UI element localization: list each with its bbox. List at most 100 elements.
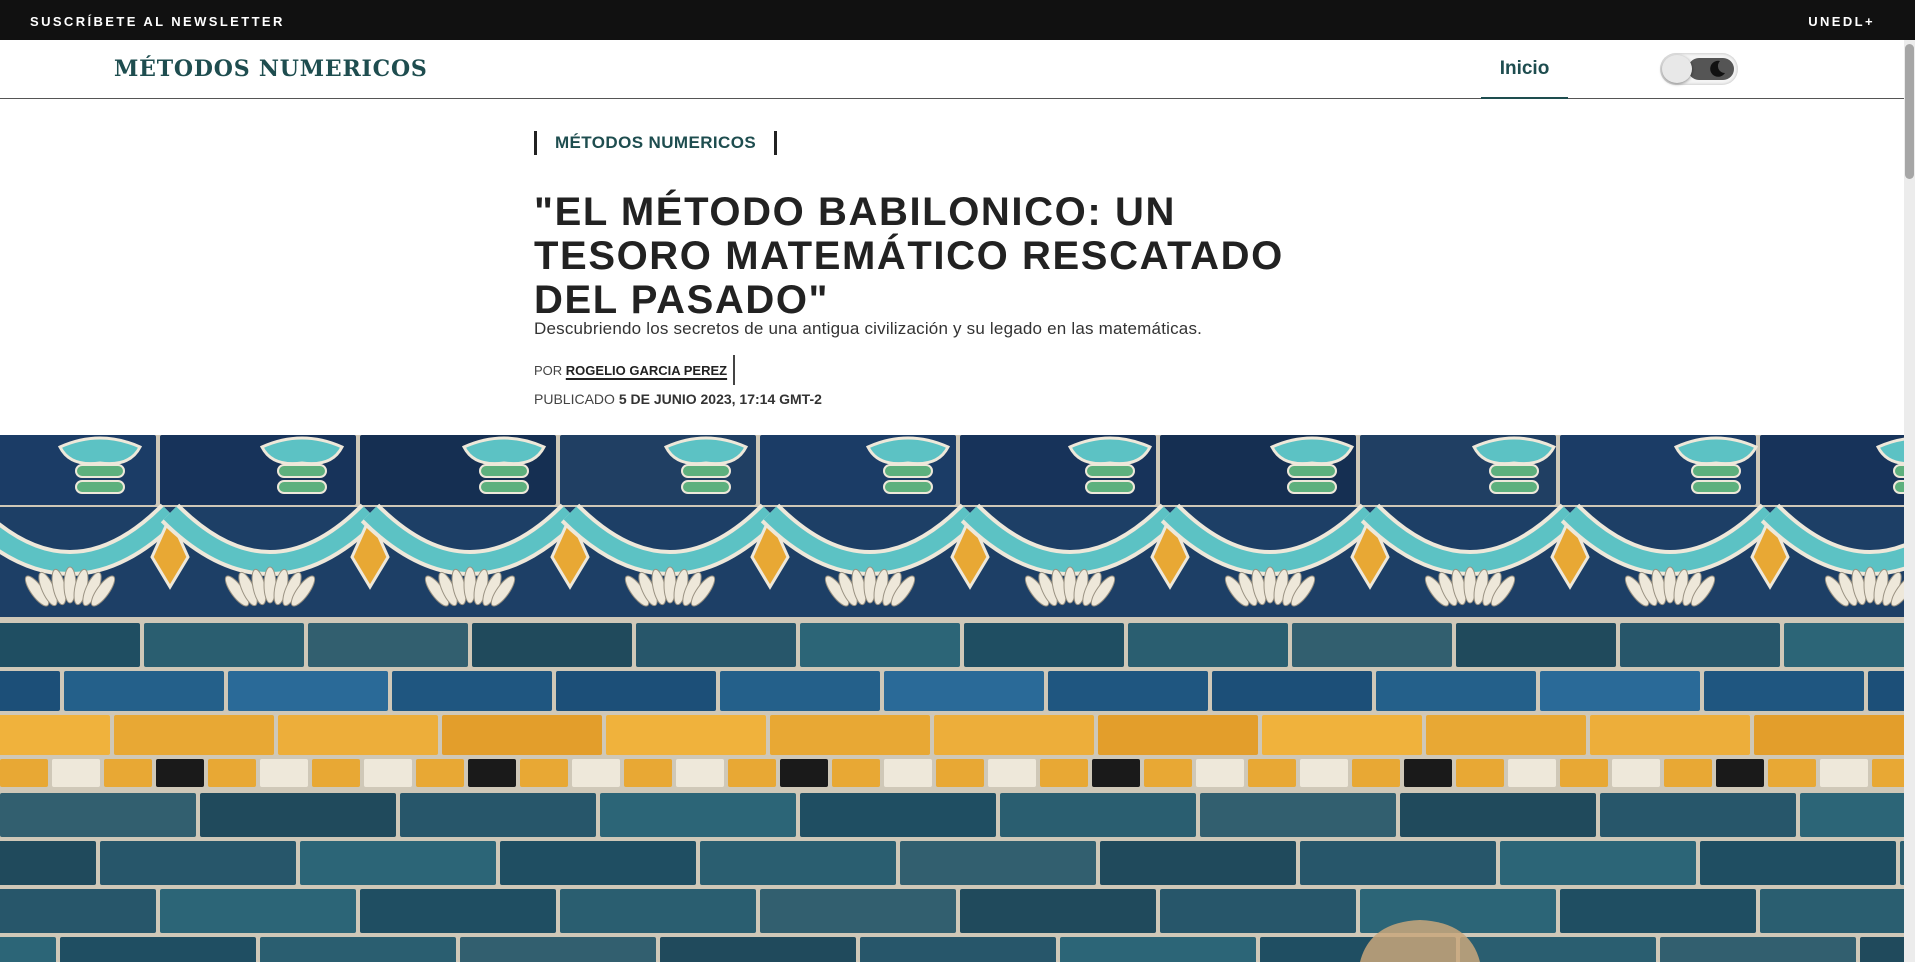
glazed-brick-wall-image (0, 435, 1904, 962)
brick (1262, 715, 1422, 755)
brick (60, 937, 256, 962)
brick (1128, 623, 1288, 667)
brick (100, 841, 296, 885)
brick (144, 623, 304, 667)
unedl-plus-link[interactable]: UNEDL+ (1808, 14, 1875, 29)
byline: POR ROGELIO GARCIA PEREZ (534, 355, 736, 385)
lily-ornament (1893, 480, 1904, 494)
published-info: PUBLICADO 5 DE JUNIO 2023, 17:14 GMT-2 (534, 391, 822, 407)
brick (1100, 841, 1296, 885)
checker-tile (312, 759, 360, 787)
lily-ornament (883, 480, 933, 494)
lily-ornament (461, 436, 547, 466)
brick (800, 623, 960, 667)
checker-tile (936, 759, 984, 787)
brick (0, 715, 110, 755)
checker-tile (1664, 759, 1712, 787)
lily-ornament (1691, 480, 1741, 494)
published-prefix: PUBLICADO (534, 391, 615, 407)
brick (0, 623, 140, 667)
checker-tile (728, 759, 776, 787)
lily-ornament (1489, 480, 1539, 494)
lily-ornament (681, 480, 731, 494)
brick (606, 715, 766, 755)
brick (1060, 937, 1256, 962)
checker-tile (52, 759, 100, 787)
checker-tile (1560, 759, 1608, 787)
brick (1560, 889, 1756, 933)
brick (960, 889, 1156, 933)
lily-ornament (259, 436, 345, 466)
checker-tile (364, 759, 412, 787)
brick (0, 671, 60, 711)
brick (1784, 623, 1904, 667)
brick (1620, 623, 1780, 667)
lily-ornament (1471, 436, 1557, 466)
checker-tile (1300, 759, 1348, 787)
moon-icon (1710, 60, 1725, 77)
lily-ornament (75, 480, 125, 494)
checker-tile (1092, 759, 1140, 787)
lily-ornament (277, 464, 327, 478)
brick (636, 623, 796, 667)
lily-ornament (1287, 480, 1337, 494)
checker-tile (1040, 759, 1088, 787)
brick (1900, 841, 1904, 885)
brick (700, 841, 896, 885)
lily-ornament (1287, 464, 1337, 478)
brick (0, 793, 196, 837)
nav-item-inicio[interactable]: Inicio (1481, 40, 1568, 99)
published-date: 5 DE JUNIO 2023, 17:14 GMT-2 (618, 391, 822, 407)
page-scrollbar[interactable] (1904, 40, 1915, 962)
checker-tile (624, 759, 672, 787)
checker-tile (1196, 759, 1244, 787)
lily-ornament (1067, 436, 1153, 466)
brick (1600, 793, 1796, 837)
checker-tile (208, 759, 256, 787)
checker-tile (104, 759, 152, 787)
lily-ornament (663, 436, 749, 466)
checker-tile (988, 759, 1036, 787)
hero-image (0, 435, 1904, 962)
brick (1500, 841, 1696, 885)
brick (360, 889, 556, 933)
lily-ornament (57, 436, 143, 466)
checker-tile (1820, 759, 1868, 787)
site-header: MÉTODOS NUMERICOS Inicio (0, 40, 1904, 99)
checker-tile (1404, 759, 1452, 787)
brick (1376, 671, 1536, 711)
checker-tile (676, 759, 724, 787)
theme-toggle[interactable] (1660, 53, 1738, 85)
brick (400, 793, 596, 837)
brick (460, 937, 656, 962)
lily-ornament (1673, 436, 1759, 466)
checker-tile (1144, 759, 1192, 787)
checker-tile (1456, 759, 1504, 787)
checker-tile (884, 759, 932, 787)
lily-ornament (883, 464, 933, 478)
checker-tile (1508, 759, 1556, 787)
checker-tile (416, 759, 464, 787)
checker-tile (0, 759, 48, 787)
lily-ornament (479, 480, 529, 494)
article-category[interactable]: MÉTODOS NUMERICOS (534, 131, 778, 155)
brick (800, 793, 996, 837)
brick (760, 889, 956, 933)
brick (1200, 793, 1396, 837)
brick (200, 793, 396, 837)
scrollbar-thumb[interactable] (1905, 44, 1914, 179)
site-logo[interactable]: MÉTODOS NUMERICOS (114, 56, 428, 82)
brick (1700, 841, 1896, 885)
checker-tile (520, 759, 568, 787)
article-subtitle: Descubriendo los secretos de una antigua… (534, 319, 1203, 338)
brick (934, 715, 1094, 755)
brick (1400, 793, 1596, 837)
brick (1098, 715, 1258, 755)
brick (1300, 841, 1496, 885)
lily-ornament (1489, 464, 1539, 478)
brick (770, 715, 930, 755)
brick (1460, 937, 1656, 962)
newsletter-link[interactable]: SUSCRÍBETE AL NEWSLETTER (30, 14, 285, 29)
author-link[interactable]: ROGELIO GARCIA PEREZ (566, 363, 727, 378)
brick (114, 715, 274, 755)
